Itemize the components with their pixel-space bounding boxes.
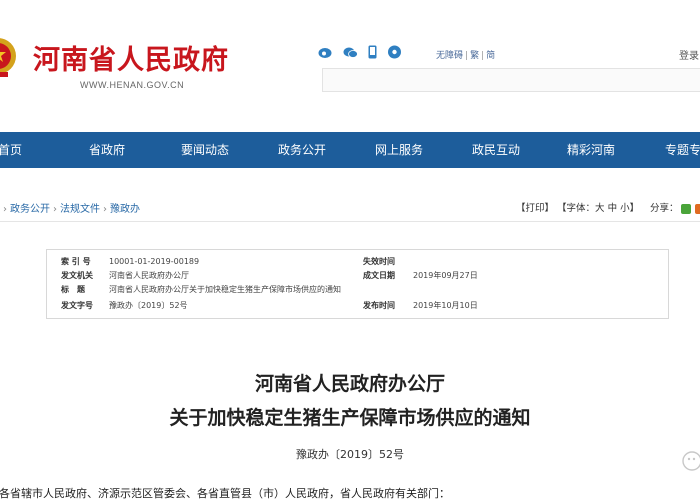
watermark-logo-icon bbox=[682, 451, 700, 471]
nav-item-home[interactable]: 首页 bbox=[0, 132, 22, 168]
weibo-icon[interactable] bbox=[318, 44, 333, 63]
accessibility-tools: 无障碍 | 繁 | 简 bbox=[436, 51, 496, 61]
nav-item-government[interactable]: 省政府 bbox=[89, 132, 125, 168]
rss-icon[interactable] bbox=[387, 44, 402, 63]
nav-item-news[interactable]: 要闻动态 bbox=[181, 132, 229, 168]
social-icons bbox=[318, 44, 402, 63]
publish-date-label: 发布时间 bbox=[363, 301, 395, 310]
nav-item-online-services[interactable]: 网上服务 bbox=[375, 132, 423, 168]
document-info-table: 索 引 号 10001-01-2019-00189 失效时间 发文机关 河南省人… bbox=[46, 249, 669, 319]
breadcrumb-item-yuzhengban[interactable]: 豫政办 bbox=[110, 204, 140, 215]
divider bbox=[0, 221, 700, 222]
breadcrumb-arrow-icon: › bbox=[3, 204, 7, 215]
share-label: 分享： bbox=[650, 203, 679, 214]
share-weibo-icon[interactable] bbox=[694, 203, 700, 214]
simplified-chinese-link[interactable]: 简 bbox=[486, 51, 495, 61]
doc-number-label: 发文字号 bbox=[61, 301, 93, 310]
print-button[interactable]: 【打印】 bbox=[516, 203, 554, 214]
breadcrumb: › 政务公开 › 法规文件 › 豫政办 bbox=[0, 200, 140, 215]
mobile-icon[interactable] bbox=[368, 44, 377, 63]
info-row: 标 题 河南省人民政府办公厅关于加快稳定生猪生产保障市场供应的通知 bbox=[47, 282, 668, 298]
main-nav: 首页 省政府 要闻动态 政务公开 网上服务 政民互动 精彩河南 专题专 bbox=[0, 132, 700, 168]
doc-number-value: 豫政办〔2019〕52号 bbox=[109, 301, 188, 310]
site-domain: WWW.HENAN.GOV.CN bbox=[80, 80, 185, 90]
publish-date-value: 2019年10月10日 bbox=[413, 301, 478, 310]
breadcrumb-arrow-icon: › bbox=[53, 204, 57, 215]
breadcrumb-item-regulations[interactable]: 法规文件 bbox=[60, 204, 100, 215]
site-title[interactable]: 河南省人民政府 bbox=[33, 38, 229, 77]
nav-item-wonderful-henan[interactable]: 精彩河南 bbox=[567, 132, 615, 168]
share-wechat-icon[interactable] bbox=[680, 203, 691, 214]
national-emblem-icon bbox=[0, 38, 16, 77]
document-addressee: 各省辖市人民政府、济源示范区管委会、各省直管县（市）人民政府，省人民政府有关部门… bbox=[0, 487, 450, 500]
login-link[interactable]: 登录 bbox=[679, 47, 699, 62]
search-input[interactable] bbox=[322, 68, 700, 92]
breadcrumb-arrow-icon: › bbox=[103, 204, 107, 215]
nav-item-interaction[interactable]: 政民互动 bbox=[472, 132, 520, 168]
site-header: 河南省人民政府 WWW.HENAN.GOV.CN 无障碍 | 繁 | 简 登录 bbox=[0, 0, 700, 132]
font-size-selector[interactable]: 【字体：大 中 小】 bbox=[557, 203, 639, 214]
document-title-line2: 关于加快稳定生猪生产保障市场供应的通知 bbox=[169, 407, 531, 429]
nav-item-special-topics[interactable]: 专题专 bbox=[665, 132, 700, 168]
title-value: 河南省人民政府办公厅关于加快稳定生猪生产保障市场供应的通知 bbox=[109, 285, 341, 294]
traditional-chinese-link[interactable]: 繁 bbox=[470, 51, 479, 61]
print-tools: 【打印】 【字体：大 中 小】 bbox=[516, 200, 639, 214]
document-title-line1: 河南省人民政府办公厅 bbox=[254, 373, 445, 395]
accessibility-link[interactable]: 无障碍 bbox=[436, 51, 463, 61]
title-label: 标 题 bbox=[61, 285, 85, 294]
wechat-icon[interactable] bbox=[343, 44, 358, 63]
breadcrumb-item-public-affairs[interactable]: 政务公开 bbox=[10, 204, 50, 215]
share-tools: 分享： bbox=[650, 200, 700, 214]
document-number: 豫政办〔2019〕52号 bbox=[296, 448, 404, 461]
info-row: 发文字号 豫政办〔2019〕52号 发布时间 2019年10月10日 bbox=[47, 298, 668, 314]
nav-item-public-affairs[interactable]: 政务公开 bbox=[278, 132, 326, 168]
